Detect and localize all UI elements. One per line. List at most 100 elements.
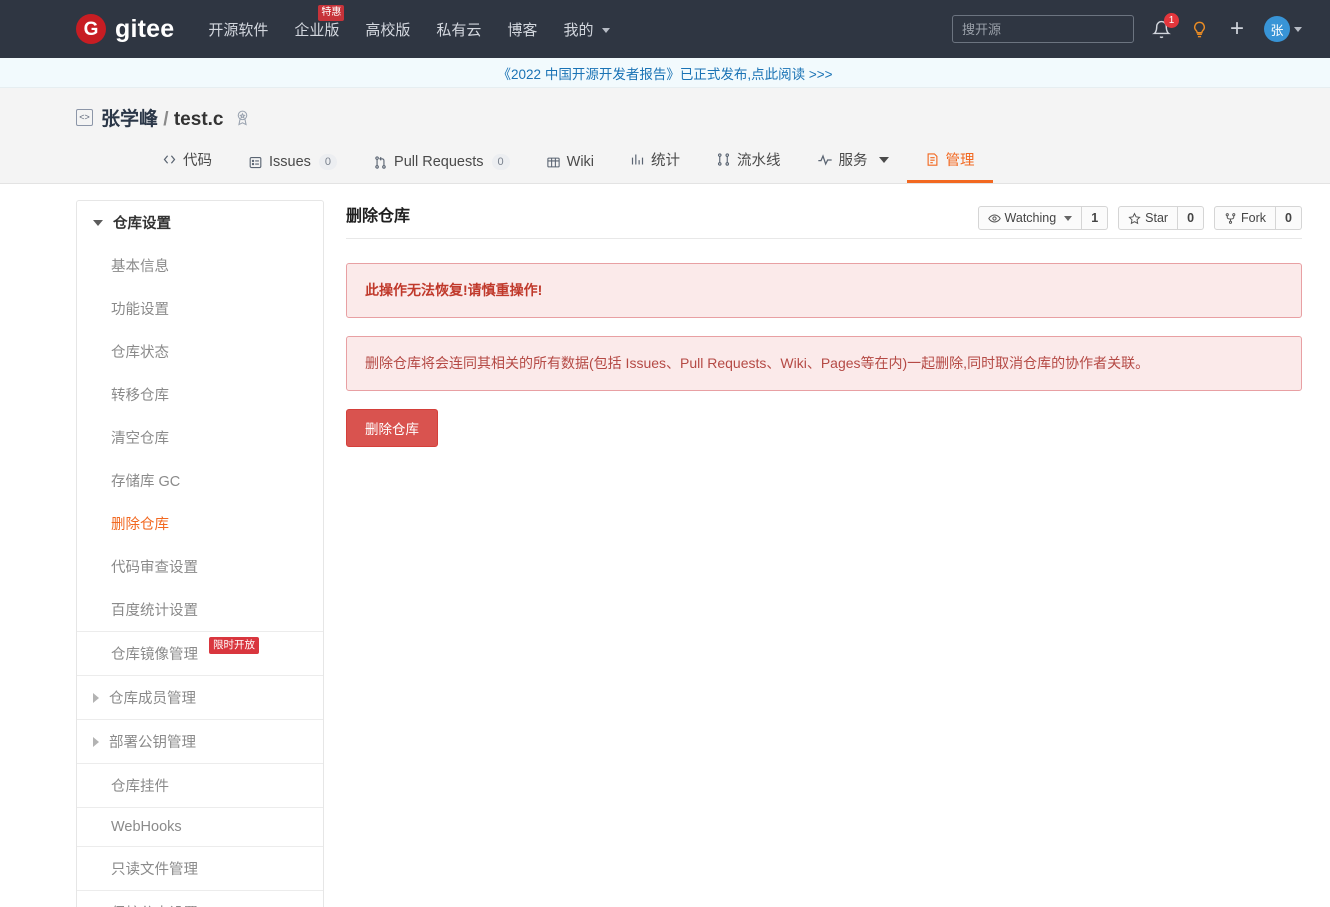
sidebar-item-baidu-analytics[interactable]: 百度统计设置 — [77, 588, 323, 631]
nav-item-label: 私有云 — [436, 21, 482, 39]
star-label: Star — [1145, 211, 1169, 225]
pull-request-icon — [373, 155, 388, 170]
tab-label: 代码 — [183, 153, 212, 169]
sidebar-item-repo-mirror[interactable]: 仓库镜像管理 限时开放 — [77, 631, 323, 675]
issues-icon — [248, 155, 263, 170]
sidebar-item-label: 只读文件管理 — [111, 862, 198, 878]
limited-time-badge: 限时开放 — [209, 637, 259, 654]
notifications-button[interactable]: 1 — [1150, 13, 1179, 40]
sidebar-group-label: 仓库设置 — [113, 216, 171, 232]
tab-label: Issues — [269, 154, 311, 170]
nav-item-label: 我的 — [563, 21, 594, 39]
sidebar-item-webhooks[interactable]: WebHooks — [77, 807, 323, 846]
chevron-right-icon — [93, 736, 99, 747]
tab-statistics[interactable]: 统计 — [612, 145, 698, 183]
tab-label: Wiki — [566, 154, 595, 170]
code-icon — [162, 152, 177, 167]
nav-item-mine[interactable]: 我的 — [563, 19, 610, 40]
sidebar-item-transfer-repo[interactable]: 转移仓库 — [77, 373, 323, 416]
tab-issues[interactable]: Issues 0 — [230, 150, 355, 183]
sidebar-item-feature-settings[interactable]: 功能设置 — [77, 287, 323, 330]
tab-pull-requests[interactable]: Pull Requests 0 — [355, 150, 528, 183]
fork-label: Fork — [1241, 211, 1267, 225]
activity-icon — [817, 152, 833, 168]
sidebar-item-readonly-files[interactable]: 只读文件管理 — [77, 846, 323, 890]
tab-code[interactable]: 代码 — [152, 145, 230, 183]
nav-item-label: 博客 — [507, 21, 538, 39]
nav-item-enterprise[interactable]: 企业版 特惠 — [294, 4, 345, 40]
fork-count[interactable]: 0 — [1276, 206, 1302, 230]
sidebar-item-empty-repo[interactable]: 清空仓库 — [77, 416, 323, 459]
search-input[interactable] — [952, 15, 1134, 43]
global-navbar: G gitee 开源软件 企业版 特惠 高校版 私有云 博客 我的 搜开源 1 … — [0, 0, 1330, 58]
notification-count-badge: 1 — [1164, 13, 1179, 28]
sidebar-item-repo-widget[interactable]: 仓库挂件 — [77, 763, 323, 807]
tab-label: Pull Requests — [394, 154, 484, 170]
sidebar-item-repo-members[interactable]: 仓库成员管理 — [77, 675, 323, 719]
pipeline-icon — [716, 152, 731, 167]
delete-repository-button[interactable]: 删除仓库 — [346, 409, 438, 447]
feedback-button[interactable] — [1188, 18, 1210, 40]
sidebar-item-repo-gc[interactable]: 存储库 GC — [77, 459, 323, 502]
repo-name-link[interactable]: test.c — [174, 109, 224, 130]
sidebar-item-label: 仓库挂件 — [111, 779, 169, 795]
sidebar-item-delete-repo[interactable]: 删除仓库 — [77, 502, 323, 545]
gitee-logo[interactable]: G gitee — [76, 14, 174, 44]
chevron-down-icon — [93, 219, 103, 226]
nav-item-label: 开源软件 — [208, 21, 269, 39]
nav-item-label: 高校版 — [365, 21, 411, 39]
user-menu-button[interactable]: 张 — [1264, 16, 1302, 42]
nav-item-privatecloud[interactable]: 私有云 — [436, 19, 481, 40]
plus-icon: + — [1229, 15, 1244, 42]
eye-icon — [987, 213, 1001, 223]
delete-description-alert: 删除仓库将会连同其相关的所有数据(包括 Issues、Pull Requests… — [346, 336, 1302, 391]
chevron-down-icon — [1064, 215, 1073, 221]
sidebar-item-repo-status[interactable]: 仓库状态 — [77, 330, 323, 373]
tab-pipeline[interactable]: 流水线 — [698, 145, 799, 183]
watch-count[interactable]: 1 — [1082, 206, 1109, 230]
create-new-button[interactable]: + — [1226, 15, 1248, 42]
gitee-logo-icon: G — [76, 14, 106, 44]
repo-action-buttons: Watching 1 Star 0 Fork 0 — [977, 206, 1302, 230]
nav-item-label: 企业版 — [294, 21, 340, 39]
avatar-initial: 张 — [1270, 22, 1284, 38]
fork-icon — [1225, 212, 1236, 224]
sidebar-item-protected-branches[interactable]: 保护分支设置 — [77, 890, 323, 907]
fork-button[interactable]: Fork — [1214, 206, 1277, 230]
chevron-down-icon — [1294, 26, 1302, 32]
sidebar-item-deploy-keys[interactable]: 部署公钥管理 — [77, 719, 323, 763]
tab-label: 统计 — [651, 153, 681, 169]
sidebar-item-label: 基本信息 — [111, 259, 169, 275]
sidebar-group-repo-settings[interactable]: 仓库设置 — [77, 201, 323, 244]
announcement-link[interactable]: 《2022 中国开源开发者报告》已正式发布,点此阅读 >>> — [498, 63, 833, 83]
avatar: 张 — [1264, 16, 1290, 42]
nav-item-blog[interactable]: 博客 — [507, 19, 537, 40]
promo-badge: 特惠 — [318, 4, 345, 21]
tab-count-badge: 0 — [491, 154, 510, 170]
star-button-group: Star 0 — [1118, 206, 1205, 230]
nav-item-university[interactable]: 高校版 — [365, 19, 410, 40]
star-count[interactable]: 0 — [1178, 206, 1205, 230]
sidebar-item-label: 转移仓库 — [111, 388, 169, 404]
tab-services[interactable]: 服务 — [799, 145, 907, 183]
nav-item-opensource[interactable]: 开源软件 — [208, 19, 268, 40]
star-icon — [1128, 212, 1141, 224]
sidebar-item-label: 清空仓库 — [111, 431, 169, 447]
repo-badge-icon[interactable] — [234, 109, 251, 126]
watch-button-group: Watching 1 — [977, 206, 1109, 230]
repo-path: 张学峰 / test.c — [101, 104, 224, 131]
sidebar-item-label: 仓库状态 — [111, 345, 169, 361]
tab-label: 流水线 — [737, 153, 781, 169]
watch-button[interactable]: Watching — [977, 206, 1083, 230]
sidebar-item-label: WebHooks — [111, 819, 182, 835]
tab-manage[interactable]: 管理 — [906, 145, 993, 183]
tab-wiki[interactable]: Wiki — [528, 150, 612, 183]
irreversible-warning-alert: 此操作无法恢复!请慎重操作! — [346, 263, 1302, 318]
repo-owner-link[interactable]: 张学峰 — [101, 109, 158, 130]
sidebar-item-basic-info[interactable]: 基本信息 — [77, 244, 323, 287]
star-button[interactable]: Star — [1118, 206, 1179, 230]
sidebar-item-code-review-settings[interactable]: 代码审查设置 — [77, 545, 323, 588]
manage-icon — [925, 152, 940, 167]
gitee-brand-name: gitee — [115, 14, 175, 43]
lightbulb-icon — [1193, 21, 1205, 37]
